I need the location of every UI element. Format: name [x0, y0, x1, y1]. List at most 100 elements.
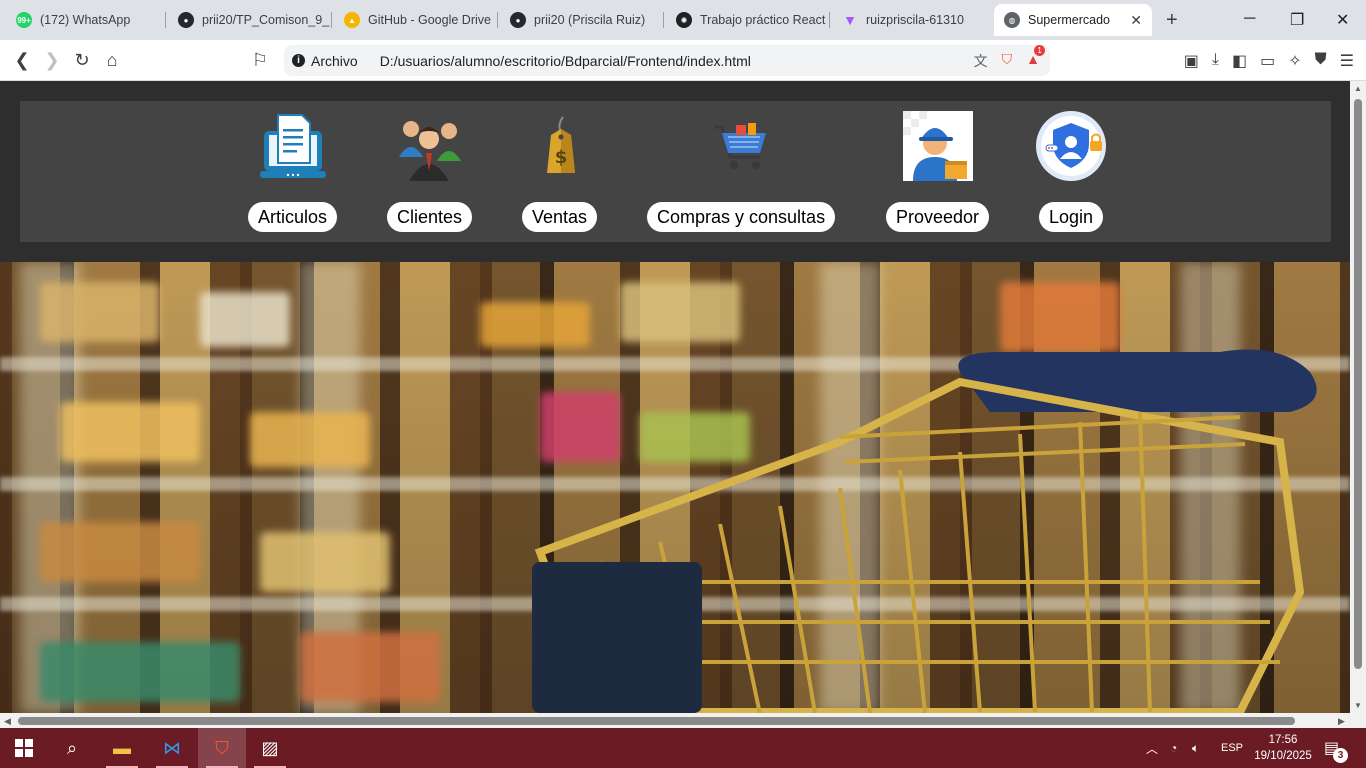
- minimize-icon[interactable]: ─: [1244, 10, 1255, 28]
- clock-date: 19/10/2025: [1254, 750, 1312, 762]
- nav-label[interactable]: Login: [1038, 202, 1104, 232]
- svg-text:$: $: [554, 147, 567, 168]
- address-bar[interactable]: i Archivo D:/usuarios/alumno/escritorio/…: [284, 45, 1050, 76]
- openai-icon: ✺: [676, 12, 692, 28]
- forward-icon[interactable]: ❯: [42, 50, 62, 70]
- tab-github-tp[interactable]: ● prii20/TP_Comison_9_: [168, 4, 332, 36]
- whatsapp-icon: 99+: [16, 12, 32, 28]
- search-icon: ⌕: [66, 737, 78, 758]
- shopping-cart-photo: [532, 349, 1317, 713]
- search-button[interactable]: ⌕: [48, 728, 96, 768]
- taskbar-clock[interactable]: 17:56 19/10/2025: [1254, 732, 1312, 764]
- tab-label: ruizpriscila-61310: [866, 13, 964, 27]
- translate-icon[interactable]: 文: [974, 51, 988, 71]
- main-nav: Articulos Clientes $ Ventas Compras y co…: [20, 101, 1331, 242]
- nav-item-ventas[interactable]: $ Ventas: [522, 111, 598, 232]
- hero-image-supermarket-cart: [0, 262, 1350, 713]
- address-url[interactable]: D:/usuarios/alumno/escritorio/Bdparcial/…: [380, 53, 751, 69]
- tab-github-profile[interactable]: ● prii20 (Priscila Ruiz): [500, 4, 664, 36]
- horizontal-scrollbar[interactable]: ◀ ▶: [0, 713, 1366, 729]
- windows-taskbar: ⌕ ▬ ⋈ ⛉ ▨ ︿ ◔ 🔈︎ ESP 17:56 19/10/2025 ▤ …: [0, 728, 1366, 768]
- close-window-icon[interactable]: ✕: [1336, 10, 1349, 30]
- wifi-icon[interactable]: ◔: [1170, 728, 1177, 768]
- user-shield-icon: [1036, 111, 1106, 181]
- document-laptop-icon: [258, 111, 328, 181]
- page-viewport: Articulos Clientes $ Ventas Compras y co…: [0, 81, 1350, 713]
- github-icon: ●: [510, 12, 526, 28]
- close-tab-icon[interactable]: ✕: [1130, 12, 1142, 29]
- taskbar-file-explorer[interactable]: ▬: [98, 728, 146, 768]
- wallet-icon[interactable]: ▭: [1260, 51, 1275, 71]
- scroll-right-icon[interactable]: ▶: [1338, 716, 1345, 727]
- info-icon[interactable]: i: [292, 54, 305, 67]
- download-icon[interactable]: ⤓: [1212, 51, 1219, 71]
- nav-label[interactable]: Proveedor: [886, 202, 990, 232]
- globe-icon: ◍: [1004, 12, 1020, 28]
- taskbar-photos[interactable]: ▨: [246, 728, 294, 768]
- taskbar-brave[interactable]: ⛉: [198, 728, 246, 768]
- nav-label[interactable]: Ventas: [522, 202, 598, 232]
- horizontal-scroll-thumb[interactable]: [18, 717, 1295, 725]
- tab-label: Supermercado: [1028, 13, 1110, 27]
- scroll-down-icon[interactable]: ▼: [1354, 701, 1362, 710]
- tab-label: prii20 (Priscila Ruiz): [534, 13, 646, 27]
- rewards-badge: 1: [1034, 45, 1046, 56]
- reader-mode-icon[interactable]: ▣: [1184, 51, 1199, 71]
- tab-label: Trabajo práctico React: [700, 13, 826, 27]
- tab-label: (172) WhatsApp: [40, 13, 131, 27]
- scroll-up-icon[interactable]: ▲: [1354, 84, 1362, 93]
- vpn-icon[interactable]: ⛊: [1315, 51, 1327, 71]
- vertical-scroll-thumb[interactable]: [1354, 99, 1362, 669]
- back-icon[interactable]: ❮: [12, 50, 32, 70]
- vite-icon: ▼: [843, 12, 857, 28]
- start-button[interactable]: [0, 728, 48, 768]
- tab-trabajo-practico[interactable]: ✺ Trabajo práctico React: [666, 4, 830, 36]
- brave-shield-icon[interactable]: ⛉: [1002, 51, 1013, 71]
- show-hidden-icons-icon[interactable]: ︿: [1146, 728, 1158, 768]
- delivery-worker-icon: [902, 111, 973, 181]
- home-icon[interactable]: ⌂: [102, 50, 122, 70]
- nav-item-clientes[interactable]: Clientes: [387, 111, 473, 232]
- windows-logo-icon: [15, 739, 33, 757]
- photos-icon: ▨: [261, 737, 279, 758]
- clock-time: 17:56: [1268, 734, 1298, 746]
- nav-label[interactable]: Clientes: [387, 202, 473, 232]
- address-scheme: Archivo: [311, 52, 358, 69]
- brave-icon: ⛉: [215, 737, 229, 758]
- bookmark-icon[interactable]: ⚐: [250, 50, 270, 70]
- nav-item-proveedor[interactable]: Proveedor: [886, 111, 990, 232]
- github-icon: ●: [178, 12, 194, 28]
- menu-icon[interactable]: ☰: [1340, 51, 1354, 71]
- nav-label[interactable]: Compras y consultas: [647, 202, 836, 232]
- nav-item-login[interactable]: Login: [1036, 111, 1106, 232]
- leo-ai-icon[interactable]: ✧: [1288, 51, 1301, 71]
- nav-label[interactable]: Articulos: [248, 202, 338, 232]
- google-drive-icon: ▲: [344, 12, 360, 28]
- language-indicator[interactable]: ESP: [1221, 728, 1243, 768]
- people-group-icon: [395, 111, 465, 181]
- notification-count-badge: 3: [1333, 748, 1348, 763]
- shopping-cart-icon: [706, 111, 776, 181]
- tab-supermercado[interactable]: ◍ Supermercado ✕: [994, 4, 1152, 36]
- reload-icon[interactable]: ↻: [72, 50, 92, 70]
- vscode-icon: ⋈: [163, 737, 181, 758]
- nav-item-compras[interactable]: Compras y consultas: [647, 111, 836, 232]
- tab-google-drive[interactable]: ▲ GitHub - Google Drive: [334, 4, 498, 36]
- tab-label: GitHub - Google Drive: [368, 13, 491, 27]
- taskbar-vscode[interactable]: ⋈: [148, 728, 196, 768]
- sidebar-icon[interactable]: ◧: [1232, 51, 1247, 71]
- new-tab-button[interactable]: +: [1166, 10, 1178, 30]
- folder-icon: ▬: [113, 737, 131, 758]
- volume-icon[interactable]: 🔈︎: [1192, 728, 1199, 768]
- scroll-left-icon[interactable]: ◀: [4, 716, 11, 727]
- brave-rewards-icon[interactable]: ▲ 1: [1026, 45, 1046, 71]
- browser-tab-strip: 99+ (172) WhatsApp ● prii20/TP_Comison_9…: [0, 0, 1366, 40]
- restore-icon[interactable]: ❐: [1290, 10, 1304, 30]
- tab-whatsapp[interactable]: 99+ (172) WhatsApp: [6, 4, 166, 36]
- nav-item-articulos[interactable]: Articulos: [248, 111, 338, 232]
- vertical-scrollbar[interactable]: ▲ ▼: [1350, 81, 1366, 713]
- price-tag-icon: $: [525, 111, 595, 181]
- browser-toolbar: ❮ ❯ ↻ ⌂ ⚐ i Archivo D:/usuarios/alumno/e…: [0, 40, 1366, 81]
- tab-label: prii20/TP_Comison_9_: [202, 13, 330, 27]
- tab-vite[interactable]: ▼ ruizpriscila-61310: [832, 4, 988, 36]
